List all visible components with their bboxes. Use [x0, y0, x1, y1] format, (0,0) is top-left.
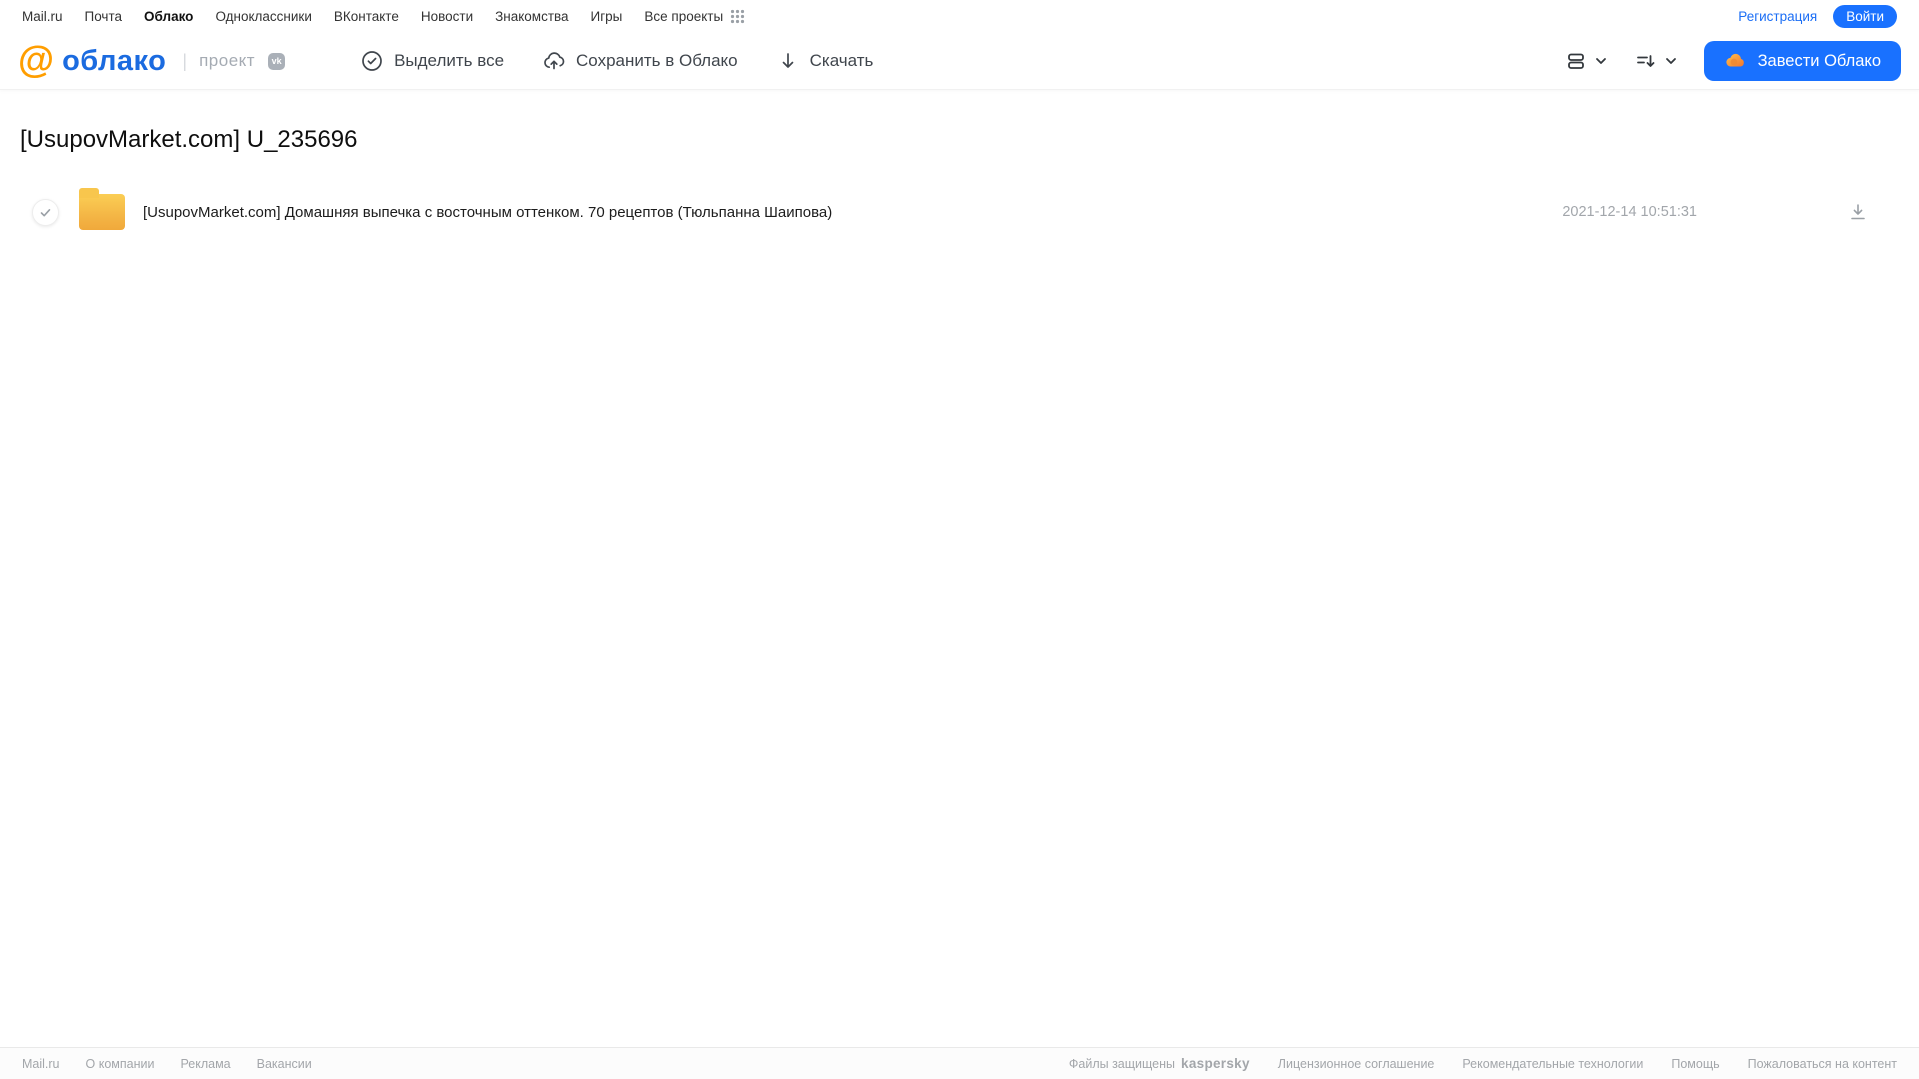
- select-all-label: Выделить все: [394, 51, 505, 70]
- toolbar-actions: Выделить все Сохранить в Облако Скачать: [360, 49, 873, 73]
- row-checkbox[interactable]: [32, 198, 59, 226]
- get-cloud-button[interactable]: Завести Облако: [1703, 41, 1901, 81]
- nav-pochta[interactable]: Почта: [85, 9, 123, 24]
- save-to-cloud-button[interactable]: Сохранить в Облако: [542, 49, 738, 73]
- footer-recommendations-link[interactable]: Рекомендательные технологии: [1462, 1057, 1643, 1071]
- page-title: [UsupovMarket.com] U_235696: [20, 126, 358, 153]
- view-mode-toggle[interactable]: [1564, 49, 1608, 73]
- nav-all-projects-label: Все проекты: [644, 9, 724, 24]
- file-name[interactable]: [UsupovMarket.com] Домашняя выпечка с во…: [143, 204, 832, 221]
- vk-badge-icon: vk: [268, 52, 286, 70]
- footer-report-link[interactable]: Пожаловаться на контент: [1748, 1057, 1897, 1071]
- kaspersky-logo[interactable]: kaspersky: [1181, 1056, 1250, 1071]
- logo-text: облако: [62, 44, 167, 77]
- registration-link[interactable]: Регистрация: [1738, 9, 1817, 24]
- chevron-down-icon: [1594, 54, 1608, 68]
- cloud-header: @ облако | проект vk Выделить все Сохран…: [0, 33, 1919, 90]
- nav-vkontakte[interactable]: ВКонтакте: [334, 9, 399, 24]
- logo-divider: |: [182, 50, 188, 71]
- nav-all-projects[interactable]: Все проекты: [644, 9, 745, 24]
- footer-jobs-link[interactable]: Вакансии: [257, 1057, 312, 1071]
- download-label: Скачать: [809, 51, 874, 70]
- page-footer: Mail.ru О компании Реклама Вакансии Файл…: [0, 1047, 1919, 1079]
- folder-icon: [79, 188, 125, 230]
- files-protected-label: Файлы защищены: [1068, 1057, 1176, 1071]
- login-button[interactable]: Войти: [1833, 5, 1897, 28]
- footer-help-link[interactable]: Помощь: [1671, 1057, 1719, 1071]
- select-all-button[interactable]: Выделить все: [360, 49, 504, 73]
- grid-apps-icon: [730, 9, 745, 24]
- nav-igry[interactable]: Игры: [591, 9, 623, 24]
- footer-right-links: Файлы защищены kaspersky Лицензионное со…: [1069, 1056, 1897, 1071]
- logo-project-label: проект: [199, 51, 256, 70]
- download-button[interactable]: Скачать: [776, 49, 874, 73]
- cloud-colored-icon: [1724, 49, 1748, 73]
- footer-left-links: Mail.ru О компании Реклама Вакансии: [22, 1057, 312, 1071]
- list-view-icon: [1564, 49, 1588, 73]
- kaspersky-protection: Файлы защищены kaspersky: [1069, 1056, 1250, 1071]
- footer-about-link[interactable]: О компании: [86, 1057, 155, 1071]
- row-download-button[interactable]: [1847, 201, 1869, 223]
- cloud-upload-icon: [542, 49, 566, 73]
- footer-license-link[interactable]: Лицензионное соглашение: [1278, 1057, 1435, 1071]
- header-right-controls: Завести Облако: [1564, 41, 1901, 81]
- nav-mailru[interactable]: Mail.ru: [22, 9, 63, 24]
- download-arrow-icon: [776, 49, 800, 73]
- mailru-at-icon: @: [18, 39, 55, 80]
- nav-oblako[interactable]: Облако: [144, 9, 193, 24]
- footer-ads-link[interactable]: Реклама: [180, 1057, 230, 1071]
- chevron-down-icon: [1664, 54, 1678, 68]
- sort-icon: [1634, 49, 1658, 73]
- sort-toggle[interactable]: [1634, 49, 1678, 73]
- file-date: 2021-12-14 10:51:31: [1562, 204, 1697, 220]
- file-row[interactable]: [UsupovMarket.com] Домашняя выпечка с во…: [20, 187, 1899, 237]
- main-content: [UsupovMarket.com] U_235696 [UsupovMarke…: [0, 126, 1919, 237]
- get-cloud-label: Завести Облако: [1757, 51, 1881, 70]
- download-underline-icon: [1847, 201, 1869, 223]
- check-circle-icon: [360, 49, 384, 73]
- save-to-cloud-label: Сохранить в Облако: [576, 51, 738, 70]
- portal-nav: Mail.ru Почта Облако Одноклассники ВКонт…: [0, 0, 1919, 33]
- cloud-logo[interactable]: @ облако | проект vk: [18, 39, 286, 80]
- nav-znakomstva[interactable]: Знакомства: [495, 9, 568, 24]
- nav-novosti[interactable]: Новости: [421, 9, 473, 24]
- nav-odnoklassniki[interactable]: Одноклассники: [215, 9, 311, 24]
- footer-mailru-link[interactable]: Mail.ru: [22, 1057, 60, 1071]
